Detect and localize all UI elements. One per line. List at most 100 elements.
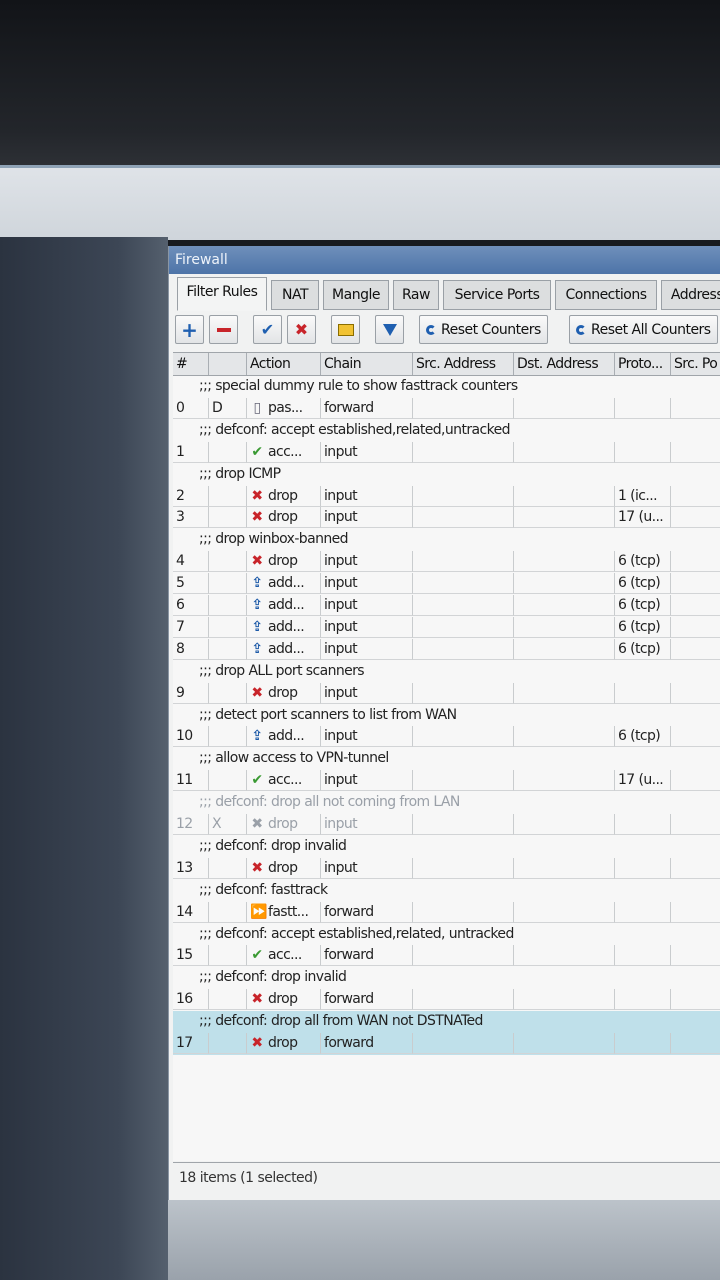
rule-src-port <box>671 814 720 835</box>
desktop-background-bottom <box>168 1200 720 1280</box>
rule-action: ✔ acc... <box>247 945 321 967</box>
table-row[interactable]: 3 ✖ drop input 17 (u... <box>173 507 720 529</box>
tab-raw[interactable]: Raw <box>393 280 439 310</box>
column-chain[interactable]: Chain <box>321 353 413 375</box>
rule-action: ✔ acc... <box>247 770 321 792</box>
rule-src-address <box>413 551 514 573</box>
rule-src-address <box>413 814 514 835</box>
rule-flag <box>209 726 247 748</box>
rule-chain: input <box>321 441 413 463</box>
table-row[interactable]: 16 ✖ drop forward <box>173 989 720 1011</box>
comment-row[interactable]: ;;; defconf: accept established,related,… <box>173 924 720 946</box>
rule-flag: D <box>209 397 247 419</box>
rule-src-address <box>413 595 514 616</box>
drop-icon: ✖ <box>251 509 263 526</box>
table-row[interactable]: 15 ✔ acc... forward <box>173 945 720 967</box>
drop-icon: ✖ <box>251 859 263 876</box>
comment-row[interactable]: ;;; drop winbox-banned <box>173 529 720 551</box>
rule-action: ⏩fastt... <box>247 901 321 923</box>
tab-mangle[interactable]: Mangle <box>323 280 389 310</box>
rule-src-port <box>671 551 720 573</box>
comment-row[interactable]: ;;; detect port scanners to list from WA… <box>173 705 720 727</box>
rule-action: ✖ drop <box>247 507 321 529</box>
column-dst-address[interactable]: Dst. Address <box>514 353 615 375</box>
table-row[interactable]: 17 ✖ drop forward <box>173 1033 720 1055</box>
tab-address[interactable]: Address <box>661 280 720 310</box>
comment-row[interactable]: ;;; allow access to VPN-tunnel <box>173 748 720 770</box>
comment-row[interactable]: ;;; defconf: drop invalid <box>173 836 720 858</box>
rule-flag <box>209 857 247 879</box>
rule-action: ▯ pas... <box>247 397 321 419</box>
reset-all-counters-button[interactable]: Reset All Counters <box>569 315 718 344</box>
rule-number: 9 <box>173 682 209 704</box>
table-row[interactable]: 11 ✔ acc... input 17 (u... <box>173 770 720 792</box>
table-row[interactable]: 10 ⇪ add... input 6 (tcp) <box>173 726 720 748</box>
rule-src-port <box>671 858 720 879</box>
table-row[interactable]: 7 ⇪ add... input 6 (tcp) <box>173 616 720 639</box>
column-src-port[interactable]: Src. Po <box>671 353 720 375</box>
comment-row[interactable]: ;;; defconf: fasttrack <box>173 880 720 902</box>
comment-row[interactable]: ;;; defconf: accept established,related,… <box>173 420 720 442</box>
comment-row[interactable]: ;;; special dummy rule to show fasttrack… <box>173 376 720 398</box>
comment-row[interactable]: ;;; defconf: drop all not coming from LA… <box>173 792 720 814</box>
rule-comment: ;;; defconf: accept established,related,… <box>199 421 510 438</box>
accept-icon: ✔ <box>251 443 263 460</box>
reset-all-counters-label: Reset All Counters <box>591 321 711 338</box>
table-row[interactable]: 2 ✖ drop input 1 (ic... <box>173 485 720 508</box>
tab-connections[interactable]: Connections <box>555 280 657 310</box>
table-row[interactable]: 13 ✖ drop input <box>173 857 720 880</box>
drop-icon: ✖ <box>251 1035 263 1051</box>
table-row[interactable]: 12 X ✖ drop input <box>173 814 720 836</box>
add-button[interactable]: + <box>175 315 204 344</box>
firewall-window: Firewall Filter Rules NAT Mangle Raw Ser… <box>168 246 720 1200</box>
comment-row[interactable]: ;;; drop ALL port scanners <box>173 661 720 683</box>
column-action[interactable]: Action <box>247 353 321 375</box>
table-row[interactable]: 1 ✔ acc... input <box>173 441 720 464</box>
rule-protocol: 6 (tcp) <box>615 638 671 660</box>
column-src-address[interactable]: Src. Address <box>413 353 514 375</box>
rule-protocol: 6 (tcp) <box>615 551 671 573</box>
table-row[interactable]: 9 ✖ drop input <box>173 682 720 705</box>
tab-filter-rules[interactable]: Filter Rules <box>177 277 267 311</box>
rule-number: 13 <box>173 857 209 879</box>
rule-chain: forward <box>321 397 413 419</box>
rule-chain: input <box>321 595 413 616</box>
table-row[interactable]: 4 ✖ drop input 6 (tcp) <box>173 551 720 573</box>
table-row[interactable]: 8 ⇪ add... input 6 (tcp) <box>173 638 720 661</box>
rule-protocol <box>615 814 671 835</box>
column-flags[interactable] <box>209 353 247 375</box>
remove-button[interactable] <box>209 315 238 344</box>
rule-dst-address <box>514 857 615 879</box>
column-number[interactable]: # <box>173 353 209 375</box>
rule-protocol: 6 (tcp) <box>615 595 671 616</box>
tab-nat[interactable]: NAT <box>271 280 319 310</box>
comment-row[interactable]: ;;; defconf: drop all from WAN not DSTNA… <box>173 1011 720 1034</box>
rule-action-label: drop <box>268 859 298 876</box>
rule-action: ✖ drop <box>247 814 321 835</box>
column-protocol[interactable]: Proto... <box>615 353 671 375</box>
comment-button[interactable] <box>331 315 360 344</box>
table-row[interactable]: 0 D ▯ pas... forward <box>173 397 720 420</box>
reset-all-icon <box>576 324 586 335</box>
rule-src-port <box>671 398 720 419</box>
rule-chain: input <box>321 814 413 835</box>
table-row[interactable]: 14 ⏩fastt... forward <box>173 901 720 924</box>
rule-dst-address <box>514 989 615 1011</box>
reset-counters-button[interactable]: Reset Counters <box>419 315 548 344</box>
tab-service-ports[interactable]: Service Ports <box>443 280 551 310</box>
filter-button[interactable] <box>375 315 404 344</box>
rule-number: 17 <box>173 1033 209 1054</box>
rule-comment: ;;; defconf: accept established,related,… <box>199 925 514 942</box>
table-row[interactable]: 5 ⇪ add... input 6 (tcp) <box>173 573 720 595</box>
comment-row[interactable]: ;;; defconf: drop invalid <box>173 967 720 989</box>
disable-button[interactable]: ✖ <box>287 315 316 344</box>
rule-flag <box>209 507 247 529</box>
table-row[interactable]: 6 ⇪ add... input 6 (tcp) <box>173 595 720 617</box>
rule-src-port <box>671 726 720 748</box>
enable-button[interactable]: ✔ <box>253 315 282 344</box>
rule-chain: input <box>321 770 413 792</box>
window-title[interactable]: Firewall <box>169 246 720 274</box>
comment-row[interactable]: ;;; drop ICMP <box>173 464 720 486</box>
toolbar: + ✔ ✖ Reset Counters Reset All Counters <box>169 312 720 346</box>
drop-icon: ✖ <box>251 684 263 701</box>
